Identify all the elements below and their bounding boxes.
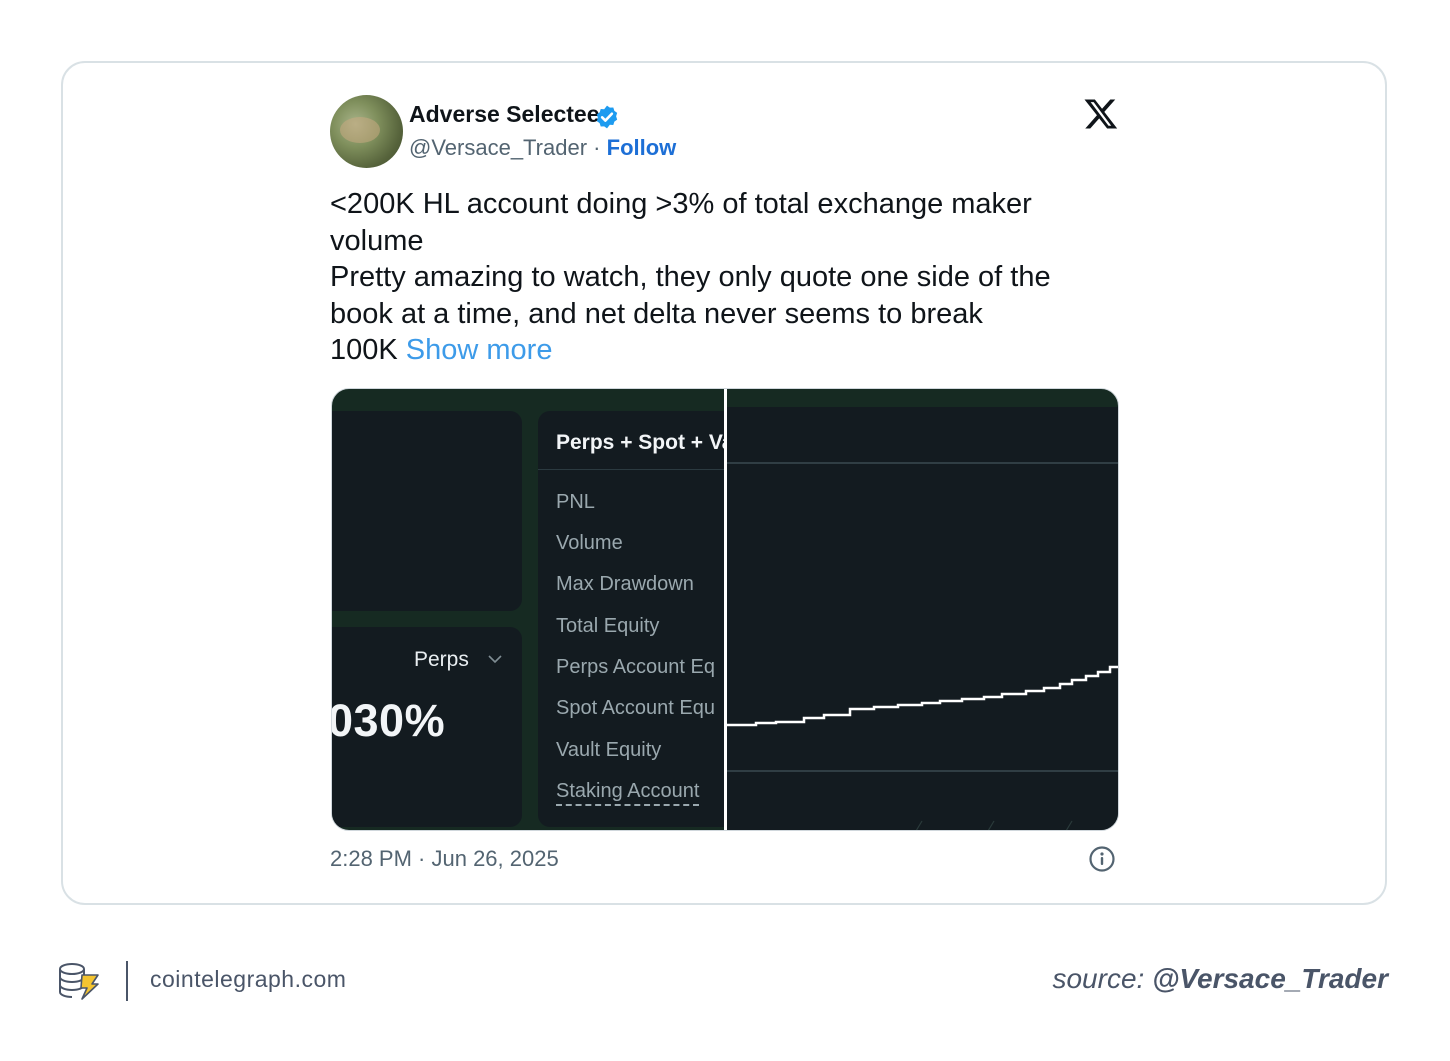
follow-button[interactable]: Follow [607,135,677,160]
metrics-panel-clip: Perps + Spot + Va PNL Volume Max Drawdow… [538,389,725,830]
handle-row: @Versace_Trader · Follow [409,135,676,161]
footer-separator [126,961,128,1001]
tweet-timestamp[interactable]: 2:28 PM · Jun 26, 2025 [330,846,559,872]
author-avatar[interactable] [330,95,403,168]
metric-item: Total Equity [556,615,660,637]
tweet-text-line: book at a time, and net delta never seem… [330,297,983,330]
image-split-divider [724,389,727,830]
perps-dropdown-label: Perps [414,648,469,671]
footer-site-link[interactable]: cointelegraph.com [150,966,346,993]
metric-item: Spot Account Equ [556,697,716,719]
metric-item: PNL [556,491,595,513]
cointelegraph-logo-icon[interactable] [58,961,102,1001]
metric-item: Volume [556,532,623,554]
tweet-text-line: Pretty amazing to watch, they only quote… [330,261,1051,293]
author-name[interactable]: Adverse Selectee [409,101,600,128]
show-more-link[interactable]: Show more [406,334,553,366]
source-prefix: source: [1052,963,1145,994]
verified-badge-icon [596,105,618,129]
chart-tick-mark [1065,820,1073,830]
equity-chart [726,462,1118,830]
chevron-down-icon [488,655,502,664]
tweet-text-line: 100K [330,334,398,366]
handle-separator: · [593,135,601,160]
tweet-text-line: <200K HL account doing >3% of total exch… [330,188,1032,220]
chart-tick-mark [987,820,995,830]
source-credit: source: @Versace_Trader [1052,963,1388,995]
left-top-panel [332,411,522,611]
tweet-text-last-line: 100K Show more [330,332,1120,369]
big-percent-value: 030% [331,695,446,746]
author-handle[interactable]: @Versace_Trader [409,135,587,160]
metric-item: Max Drawdown [556,573,694,595]
tweet-text-line: volume [330,224,424,257]
metric-item: Perps Account Eq [556,656,715,678]
source-handle: @Versace_Trader [1152,963,1388,994]
tweet-media-image[interactable]: Perps 030% Perps + Spot + Va PNL Volume … [331,388,1119,831]
chart-tick-mark [915,820,923,830]
metrics-divider [538,469,725,470]
equity-chart-area [726,407,1118,830]
info-icon[interactable] [1088,845,1116,873]
metric-item: Staking Account [556,780,700,806]
metric-item: Vault Equity [556,739,662,761]
metrics-panel-header: Perps + Spot + Va [556,431,725,454]
tweet-text: <200K HL account doing >3% of total exch… [330,186,1120,369]
equity-step-line [726,665,1118,727]
x-logo-icon[interactable] [1083,96,1119,132]
